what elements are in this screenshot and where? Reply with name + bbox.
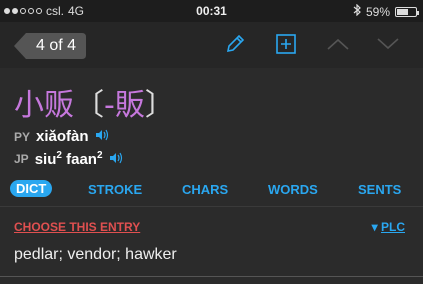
battery-icon — [395, 6, 419, 17]
tab-chars[interactable]: CHARS — [182, 182, 228, 197]
back-button[interactable]: 4 of 4 — [14, 33, 86, 59]
back-label: 4 of 4 — [36, 37, 77, 54]
add-square-icon[interactable] — [275, 33, 297, 55]
jyutping-syllable: faan — [66, 151, 97, 168]
status-bar: csl. 4G 00:31 59% — [0, 0, 423, 22]
headword: 小贩〔-販〕 — [14, 80, 175, 124]
speaker-icon[interactable] — [109, 151, 123, 168]
plc-dropdown[interactable]: ▾ PLC — [372, 220, 405, 234]
tab-dict[interactable]: DICT — [10, 180, 53, 197]
jyutping-tone: 2 — [96, 150, 103, 161]
tab-words[interactable]: WORDS — [268, 182, 318, 197]
chevron-down-icon[interactable] — [376, 37, 400, 51]
speaker-icon[interactable] — [95, 128, 109, 145]
jyutping: siu2 faan2 — [35, 150, 103, 168]
chevron-up-icon[interactable] — [326, 37, 350, 51]
jyutping-row: JP siu2 faan2 — [14, 150, 123, 168]
divider — [0, 276, 423, 277]
navigation-bar: 4 of 4 — [0, 22, 423, 68]
tab-bar: DICT STROKE CHARS WORDS SENTS — [0, 180, 423, 202]
jyutping-label: JP — [14, 152, 29, 166]
bracket-close: 〕 — [144, 88, 175, 123]
pinyin-label: PY — [14, 129, 31, 144]
tab-sents[interactable]: SENTS — [358, 182, 401, 197]
pinyin: xiǎofàn — [36, 128, 89, 145]
pinyin-row: PY xiǎofàn — [14, 128, 109, 145]
tab-stroke[interactable]: STROKE — [88, 182, 142, 197]
choose-entry-link[interactable]: CHOOSE THIS ENTRY — [14, 220, 140, 234]
bluetooth-icon — [353, 3, 361, 19]
jyutping-tone: 2 — [56, 150, 62, 161]
definition: pedlar; vendor; hawker — [14, 246, 177, 263]
bracket-open: 〔 — [74, 88, 104, 123]
plc-label: PLC — [381, 220, 405, 234]
battery-percent: 59% — [365, 4, 390, 19]
divider — [0, 206, 423, 207]
jyutping-syllable: siu — [34, 151, 57, 168]
pencil-icon[interactable] — [224, 33, 246, 55]
simplified-characters: 小贩 — [14, 88, 74, 123]
traditional-characters: -販 — [104, 88, 145, 123]
